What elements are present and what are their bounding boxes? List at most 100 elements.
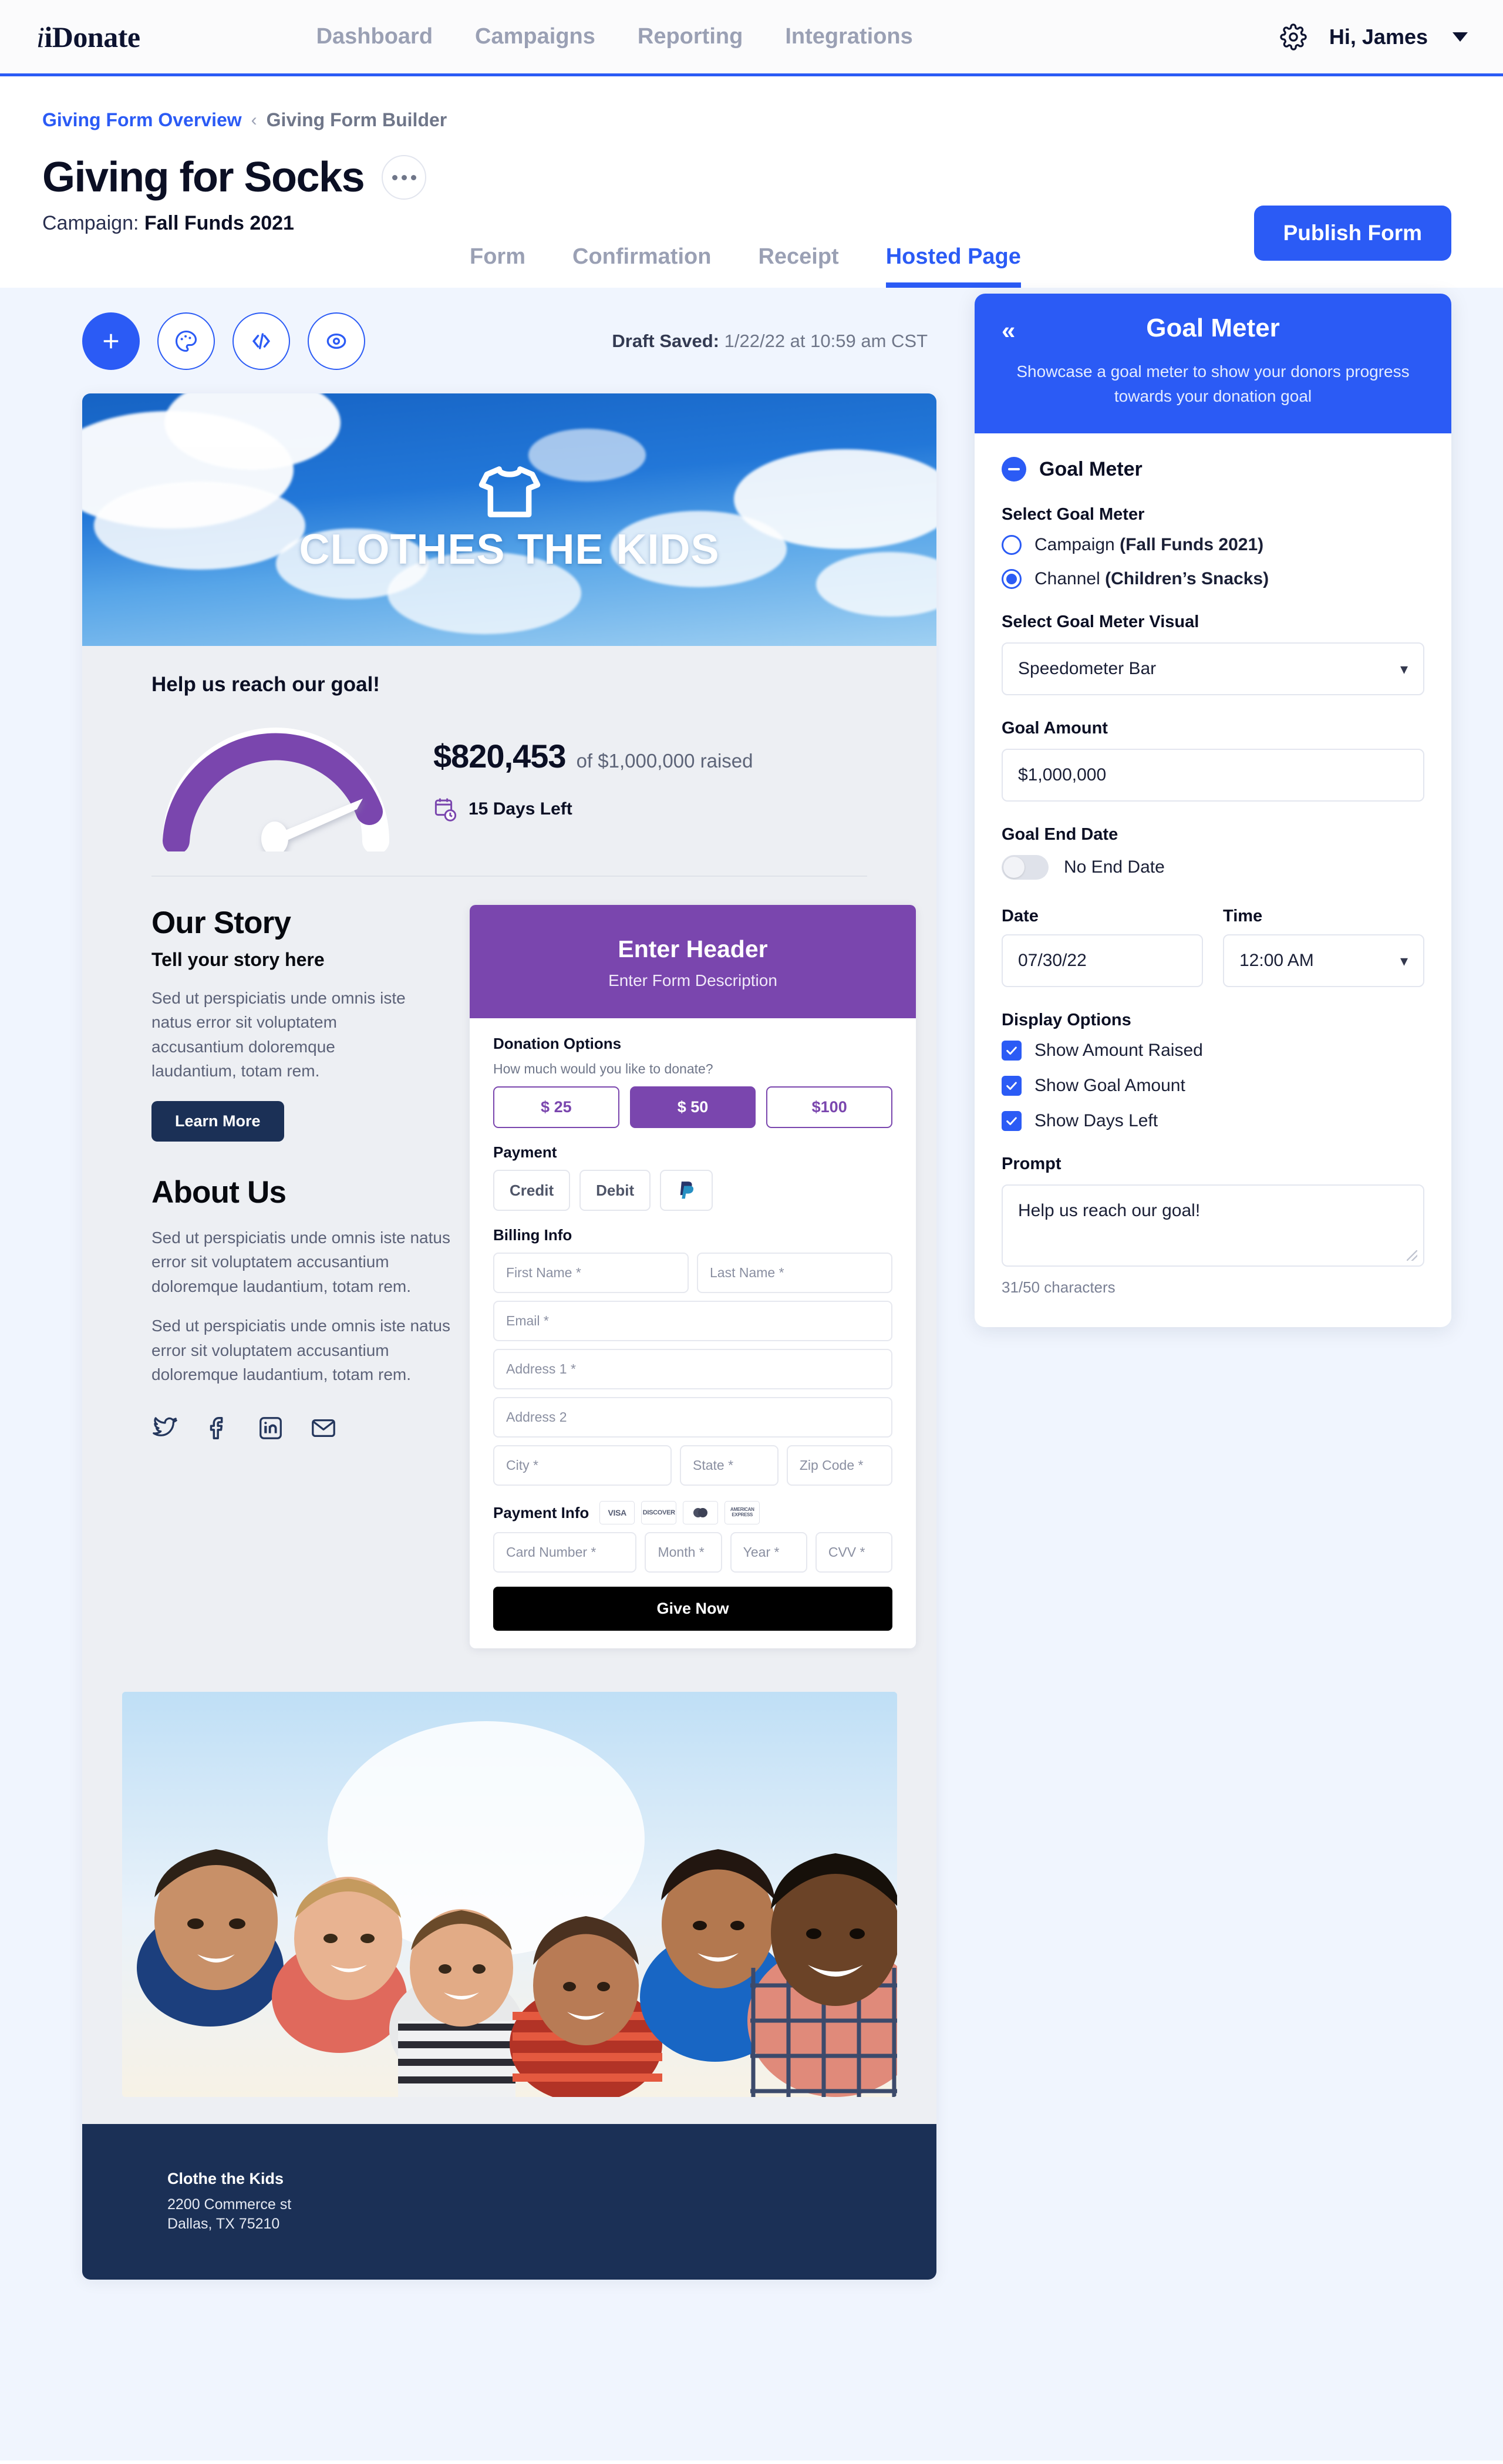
tab-receipt[interactable]: Receipt [758,244,838,288]
learn-more-button[interactable]: Learn More [151,1100,284,1142]
state-field[interactable]: State * [680,1445,779,1486]
nav-item-dashboard[interactable]: Dashboard [316,24,433,49]
email-field[interactable]: Email * [493,1301,892,1341]
gauge-svg [163,728,389,856]
donation-form-column: Enter Header Enter Form Description Dona… [470,905,916,1648]
date-time-row: Date 07/30/22 Time 12:00 AM ▾ [1002,883,1424,987]
prompt-char-count: 31/50 characters [1002,1278,1116,1296]
goal-amount-value: $1,000,000 [1018,765,1107,785]
form-body: Donation Options How much would you like… [470,1018,916,1648]
amount-option-25[interactable]: $ 25 [493,1086,619,1128]
date-input[interactable]: 07/30/22 [1002,934,1203,987]
year-field[interactable]: Year * [730,1532,807,1573]
month-field[interactable]: Month * [645,1532,722,1573]
checkbox-show-amount-raised-input[interactable] [1002,1041,1022,1061]
nav-item-integrations[interactable]: Integrations [785,24,912,49]
address2-field[interactable]: Address 2 [493,1397,892,1438]
goal-prompt-text: Help us reach our goal! [151,673,380,696]
page-title: Giving for Socks [42,154,365,201]
tab-hosted-page[interactable]: Hosted Page [885,244,1021,288]
payment-method-credit[interactable]: Credit [493,1170,571,1211]
nav-item-reporting[interactable]: Reporting [638,24,743,49]
footer-address-line2: Dallas, TX 75210 [167,2216,280,2232]
no-end-date-row[interactable]: No End Date [1002,855,1424,880]
panel-collapse-icon[interactable]: « [1002,318,1015,343]
publish-form-button[interactable]: Publish Form [1253,206,1451,261]
add-element-button[interactable] [82,312,140,370]
goal-meter-accordion[interactable]: Goal Meter [1002,457,1424,482]
form-header[interactable]: Enter Header Enter Form Description [470,905,916,1018]
prompt-textarea[interactable]: Help us reach our goal! [1002,1184,1424,1267]
kids-photo[interactable] [122,1692,897,2097]
payment-info-label: Payment Info [493,1503,589,1522]
email-icon[interactable] [310,1415,337,1442]
breadcrumb-current: Giving Form Builder [266,109,447,130]
time-select[interactable]: 12:00 AM ▾ [1223,934,1424,987]
radio-campaign[interactable]: Campaign (Fall Funds 2021) [1002,535,1424,555]
checkbox-show-days-left-input[interactable] [1002,1111,1022,1131]
palette-icon [175,330,197,352]
facebook-icon[interactable] [204,1415,231,1442]
preview-button[interactable] [308,312,365,370]
breadcrumb: Giving Form Overview ‹ Giving Form Build… [42,109,1503,131]
tab-form[interactable]: Form [470,244,525,288]
payment-method-debit[interactable]: Debit [579,1170,651,1211]
paypal-icon [680,1181,694,1199]
mastercard-icon [683,1501,719,1524]
address1-field[interactable]: Address 1 * [493,1349,892,1389]
nav-item-campaigns[interactable]: Campaigns [475,24,595,49]
goal-amount-input[interactable]: $1,000,000 [1002,749,1424,802]
select-goal-meter-label: Select Goal Meter [1002,505,1145,524]
prompt-label: Prompt [1002,1154,1061,1173]
goal-stats: $820,453 of $1,000,000 raised 15 Days Le… [433,737,753,822]
first-name-field[interactable]: First Name * [493,1253,689,1293]
check-icon [1006,1046,1017,1055]
hero-title: CLOTHES THE KIDS [299,526,720,573]
tab-confirmation[interactable]: Confirmation [572,244,711,288]
amount-raised: $820,453 [433,738,567,775]
amount-option-100[interactable]: $100 [766,1086,893,1128]
no-end-date-toggle[interactable] [1002,855,1049,880]
more-options-button[interactable] [382,155,427,200]
goal-meter-visual-select[interactable]: Speedometer Bar ▾ [1002,642,1424,695]
goal-meter-widget[interactable]: Help us reach our goal! $820,453 of $1,0… [82,646,936,876]
panel-description: Showcase a goal meter to show your donor… [1016,362,1410,405]
amount-option-50[interactable]: $ 50 [629,1086,756,1128]
radio-channel[interactable]: Channel (Children’s Snacks) [1002,569,1424,589]
breadcrumb-link-overview[interactable]: Giving Form Overview [42,109,242,131]
payment-label: Payment [493,1143,557,1161]
payment-method-paypal[interactable] [660,1170,713,1211]
give-now-button[interactable]: Give Now [493,1587,892,1631]
collapse-minus-icon[interactable] [1002,457,1026,482]
radio-channel-input[interactable] [1002,569,1022,589]
radio-campaign-input[interactable] [1002,535,1022,555]
check-icon [1006,1117,1017,1125]
linkedin-icon[interactable] [257,1415,284,1442]
panel-body: Goal Meter Select Goal Meter Campaign (F… [975,433,1451,1327]
about-us-paragraph-2: Sed ut perspiciatis unde omnis iste natu… [151,1317,450,1384]
chevron-down-icon: ▾ [1400,951,1408,970]
city-field[interactable]: City * [493,1445,672,1486]
checkbox-show-goal-amount-input[interactable] [1002,1076,1022,1096]
last-name-field[interactable]: Last Name * [697,1253,892,1293]
checkbox-show-amount-raised[interactable]: Show Amount Raised [1002,1041,1424,1061]
amount-line: $820,453 of $1,000,000 raised [433,737,753,775]
hero-banner[interactable]: CLOTHES THE KIDS [82,393,936,646]
gear-icon[interactable] [1280,23,1307,51]
checkbox-show-goal-amount[interactable]: Show Goal Amount [1002,1076,1424,1096]
time-value: 12:00 AM [1239,951,1314,970]
user-greeting[interactable]: Hi, James [1329,25,1428,49]
tshirt-icon [478,466,540,517]
twitter-icon[interactable] [151,1415,178,1442]
checkbox-show-days-left[interactable]: Show Days Left [1002,1111,1424,1131]
brand-logo[interactable]: iiDonate [36,20,140,54]
donation-form-card[interactable]: Enter Header Enter Form Description Dona… [470,905,916,1648]
resize-grip-icon[interactable] [1407,1250,1417,1261]
theme-button[interactable] [157,312,215,370]
top-navigation: iiDonate Dashboard Campaigns Reporting I… [0,0,1503,76]
card-number-field[interactable]: Card Number * [493,1532,637,1573]
chevron-down-icon[interactable] [1453,32,1468,42]
cvv-field[interactable]: CVV * [815,1532,892,1573]
zip-field[interactable]: Zip Code * [786,1445,892,1486]
code-view-button[interactable] [232,312,290,370]
